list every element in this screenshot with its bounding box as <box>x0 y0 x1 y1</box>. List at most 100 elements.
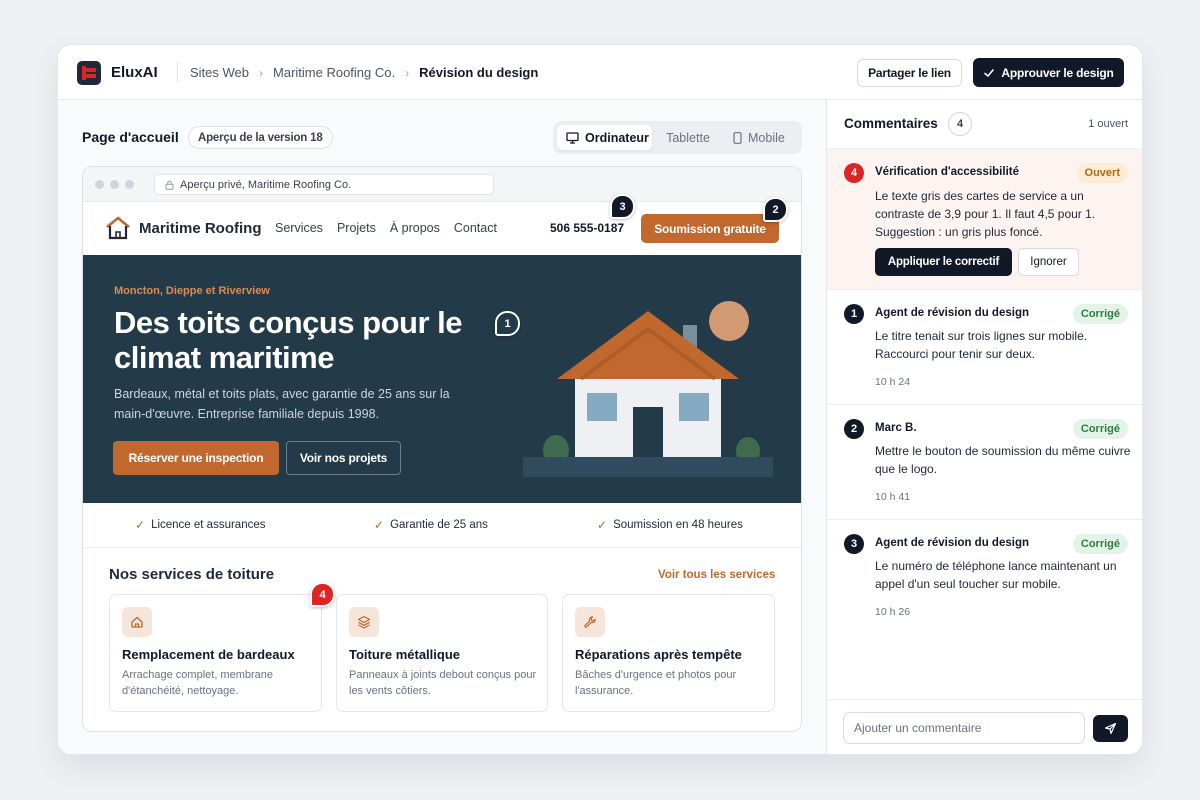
eluxai-logo-icon[interactable] <box>77 61 101 85</box>
nav-contact[interactable]: Contact <box>454 221 497 235</box>
service-card[interactable]: Remplacement de bardeaux Arrachage compl… <box>109 594 322 712</box>
comments-title: Commentaires <box>844 116 938 131</box>
breadcrumb: Sites Web › Maritime Roofing Co. › Révis… <box>190 65 538 80</box>
service-card[interactable]: Réparations après tempête Bâches d'urgen… <box>562 594 775 712</box>
phone-link[interactable]: 506 555-0187 <box>550 221 624 235</box>
device-tablet-tab[interactable]: Tablette <box>657 125 719 150</box>
feature-item: ✓ Soumission en 48 heures <box>597 518 743 532</box>
approve-label: Approuver le design <box>1001 65 1114 80</box>
services-section: Nos services de toiture Voir tous les se… <box>83 548 801 731</box>
ignore-button[interactable]: Ignorer <box>1018 248 1079 276</box>
site-nav-links: Services Projets À propos Contact <box>275 221 497 235</box>
comment-marker-2[interactable]: 2 <box>763 197 788 222</box>
browser-frame: Aperçu privé, Maritime Roofing Co. Marit… <box>82 166 802 732</box>
share-link-button[interactable]: Partager le lien <box>857 59 962 87</box>
divider <box>177 62 178 82</box>
service-title: Toiture métallique <box>349 647 460 662</box>
device-desktop-label: Ordinateur <box>585 130 649 145</box>
comment-marker-3[interactable]: 3 <box>610 194 635 219</box>
url-bar: Aperçu privé, Maritime Roofing Co. <box>154 174 494 195</box>
comment-marker-4[interactable]: 4 <box>310 582 335 607</box>
device-mobile-tab[interactable]: Mobile <box>726 125 798 150</box>
comment-author: Marc B. <box>875 422 917 434</box>
status-badge: Corrigé <box>1072 304 1128 324</box>
open-count[interactable]: 1 ouvert <box>1088 118 1128 130</box>
services-title: Nos services de toiture <box>109 566 275 583</box>
chevron-right-icon: › <box>405 65 410 80</box>
view-projects-button[interactable]: Voir nos projets <box>286 441 401 475</box>
check-icon: ✓ <box>374 518 385 532</box>
app-window: EluxAI Sites Web › Maritime Roofing Co. … <box>57 44 1143 755</box>
nav-about[interactable]: À propos <box>390 221 440 235</box>
comment-time: 10 h 24 <box>875 376 911 388</box>
feature-item: ✓ Licence et assurances <box>135 518 266 532</box>
apply-fix-button[interactable]: Appliquer le correctif <box>875 248 1012 276</box>
comments-header: Commentaires 4 1 ouvert <box>827 100 1142 149</box>
free-quote-button[interactable]: Soumission gratuite <box>641 214 779 243</box>
hero-title: Des toits conçus pour le climat maritime <box>114 305 463 375</box>
service-card[interactable]: Toiture métallique Panneaux à joints deb… <box>336 594 548 712</box>
house-logo-icon[interactable] <box>105 216 131 240</box>
comment-input[interactable]: Ajouter un commentaire <box>843 712 1085 744</box>
feature-label: Garantie de 25 ans <box>390 519 488 531</box>
comment-time: 10 h 41 <box>875 491 911 503</box>
feature-label: Licence et assurances <box>151 519 266 531</box>
phone-device-icon <box>733 131 742 144</box>
hero-subtitle: Bardeaux, métal et toits plats, avec gar… <box>114 387 450 421</box>
send-button[interactable] <box>1093 715 1128 742</box>
home-icon <box>122 607 152 637</box>
comment-number: 2 <box>844 419 864 439</box>
feature-item: ✓ Garantie de 25 ans <box>374 518 488 532</box>
breadcrumb-current: Révision du design <box>419 65 539 80</box>
comment-number: 3 <box>844 534 864 554</box>
brand-name: EluxAI <box>111 64 158 81</box>
nav-services[interactable]: Services <box>275 221 323 235</box>
monitor-icon <box>566 131 579 144</box>
status-badge: Corrigé <box>1072 419 1128 439</box>
service-description: Panneaux à joints debout conçus pour les… <box>349 669 537 697</box>
comment-body: Mettre le bouton de soumission du même c… <box>875 444 1131 476</box>
hero-section: Moncton, Dieppe et Riverview Des toits c… <box>83 255 801 503</box>
comment-item[interactable]: 3 Agent de révision du design Corrigé Le… <box>827 520 1142 635</box>
view-all-services-link[interactable]: Voir tous les services <box>658 569 775 581</box>
comments-panel: Commentaires 4 1 ouvert 4 Vérification d… <box>826 100 1142 754</box>
hero-eyebrow: Moncton, Dieppe et Riverview <box>114 285 270 297</box>
comment-body: Le numéro de téléphone lance maintenant … <box>875 559 1117 591</box>
check-icon <box>984 68 995 77</box>
device-switcher: Ordinateur Tablette Mobile <box>553 121 802 154</box>
check-icon: ✓ <box>597 518 608 532</box>
comment-author: Agent de révision du design <box>875 307 1029 319</box>
approve-design-button[interactable]: Approuver le design <box>973 58 1124 87</box>
send-icon <box>1104 722 1117 735</box>
url-text: Aperçu privé, Maritime Roofing Co. <box>180 178 352 191</box>
comment-item[interactable]: 4 Vérification d'accessibilité Ouvert Le… <box>827 149 1142 290</box>
comment-time: 10 h 26 <box>875 606 911 618</box>
window-dot <box>110 180 119 189</box>
book-inspection-button[interactable]: Réserver une inspection <box>113 441 279 475</box>
status-badge: Ouvert <box>1076 163 1128 183</box>
version-badge[interactable]: Aperçu de la version 18 <box>188 126 333 149</box>
comment-item[interactable]: 1 Agent de révision du design Corrigé Le… <box>827 290 1142 405</box>
wrench-icon <box>575 607 605 637</box>
service-description: Bâches d'urgence et photos pour l'assura… <box>575 669 737 697</box>
device-desktop-tab[interactable]: Ordinateur <box>557 125 652 150</box>
window-dot <box>95 180 104 189</box>
chevron-right-icon: › <box>259 65 264 80</box>
device-mobile-label: Mobile <box>748 130 785 145</box>
window-dot <box>125 180 134 189</box>
comment-number: 4 <box>844 163 864 183</box>
nav-projects[interactable]: Projets <box>337 221 376 235</box>
comment-number: 1 <box>844 304 864 324</box>
comment-marker-1[interactable]: 1 <box>495 311 520 336</box>
site-brand[interactable]: Maritime Roofing <box>139 220 262 237</box>
breadcrumb-sites[interactable]: Sites Web <box>190 65 249 80</box>
comment-item[interactable]: 2 Marc B. Corrigé Mettre le bouton de so… <box>827 405 1142 520</box>
feature-label: Soumission en 48 heures <box>613 519 743 531</box>
comment-body: Le texte gris des cartes de service a un… <box>875 189 1096 239</box>
service-title: Remplacement de bardeaux <box>122 647 295 662</box>
service-description: Arrachage complet, membrane d'étanchéité… <box>122 669 274 697</box>
breadcrumb-client[interactable]: Maritime Roofing Co. <box>273 65 395 80</box>
top-bar: EluxAI Sites Web › Maritime Roofing Co. … <box>58 45 1142 100</box>
browser-chrome: Aperçu privé, Maritime Roofing Co. <box>83 167 801 202</box>
comment-author: Vérification d'accessibilité <box>875 166 1019 178</box>
